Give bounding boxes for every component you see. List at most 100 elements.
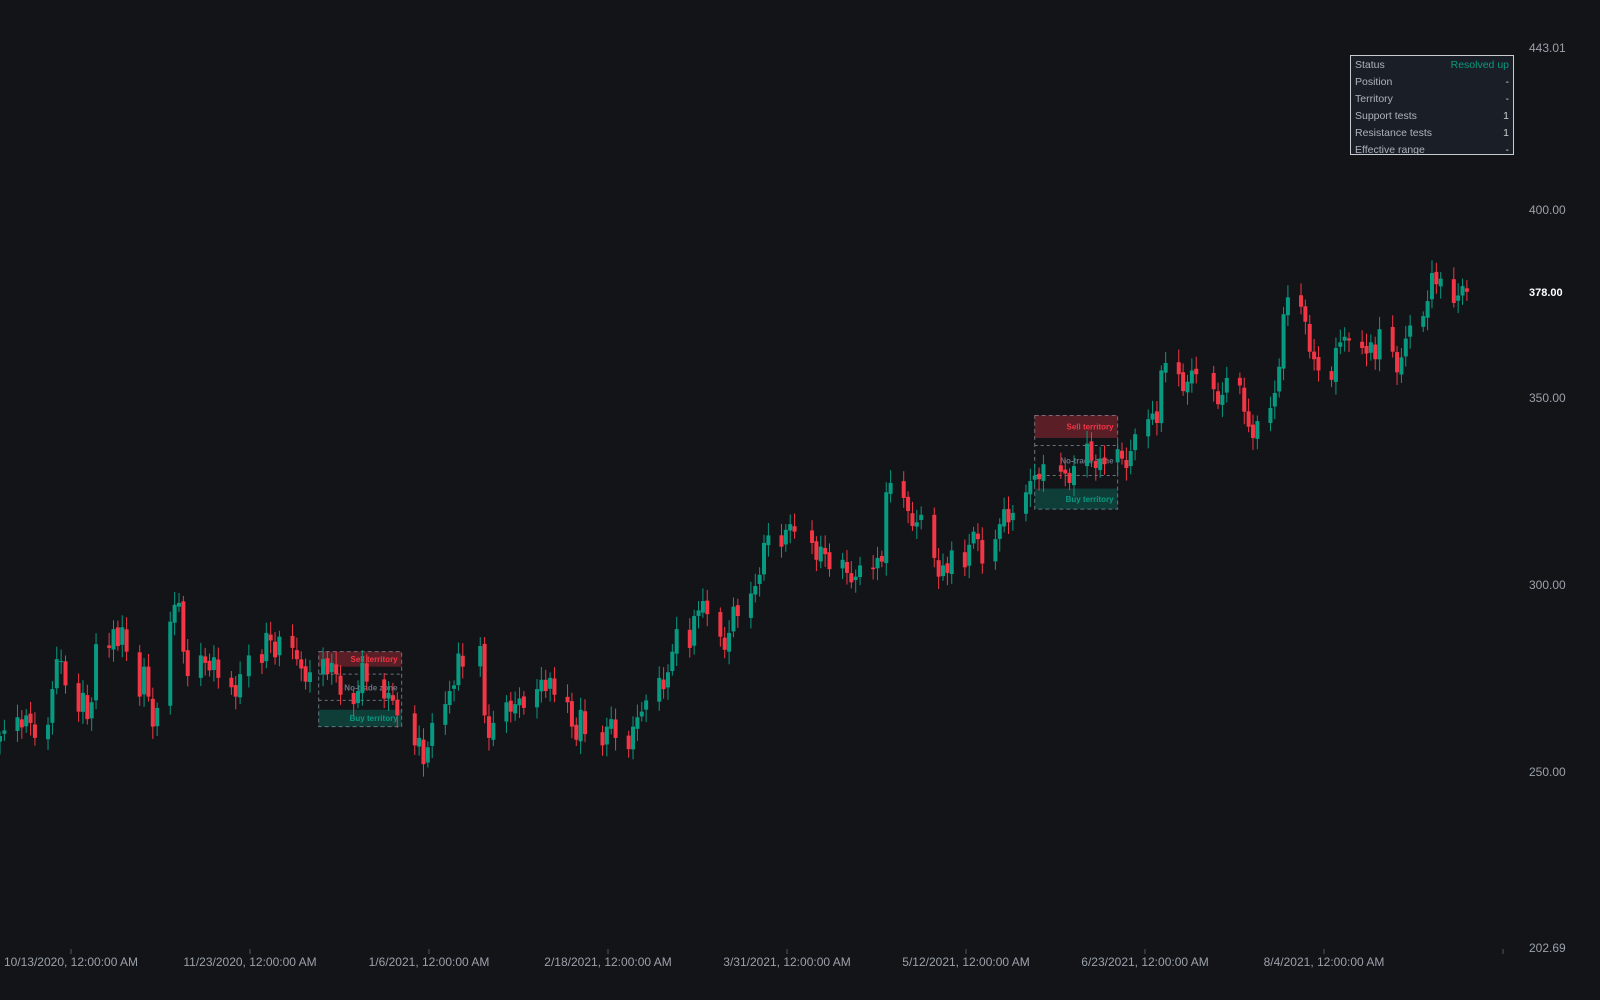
candle-body (1299, 295, 1304, 307)
candle-body (1211, 372, 1216, 390)
candle-body (1281, 314, 1286, 369)
candle-body (307, 672, 312, 683)
candle-body (1146, 419, 1151, 437)
candle-body (203, 656, 208, 663)
candle-body (176, 602, 181, 607)
candle-body (853, 576, 858, 581)
candle-body (975, 533, 980, 540)
candle-body (840, 559, 845, 569)
candle-body (142, 666, 147, 695)
effective-range-row: Effective range - (1351, 142, 1513, 159)
candle-body (207, 660, 212, 671)
sell-territory-label: Sell territory (351, 655, 399, 664)
candle-body (941, 565, 946, 577)
candle-body (264, 632, 269, 662)
candle-body (788, 524, 793, 531)
candle-body (1399, 357, 1404, 375)
candle-body (504, 702, 509, 722)
candles-layer (0, 260, 1469, 777)
candle-body (1063, 469, 1068, 474)
candle-body (115, 627, 120, 647)
candle-body (508, 700, 513, 712)
candle-body (1194, 368, 1199, 375)
candle-body (1272, 392, 1277, 407)
candle-body (644, 700, 649, 710)
candle-body (85, 695, 90, 720)
candle-body (124, 629, 129, 652)
no-trade-zone-label: No-trade zone (344, 683, 398, 692)
candle-body (901, 481, 906, 498)
candle-body (692, 616, 697, 646)
candle-body (137, 652, 142, 697)
candle-body (238, 674, 243, 698)
candle-body (631, 726, 636, 750)
candle-body (111, 629, 116, 650)
price-label-250: 250.00 (1529, 765, 1566, 779)
candle-body (1163, 362, 1168, 373)
candle-body (1242, 387, 1247, 412)
candle-body (412, 713, 417, 746)
candle-body (447, 691, 452, 705)
candle-body (748, 593, 753, 618)
candle-body (705, 600, 710, 615)
candle-body (1377, 329, 1382, 360)
candle-body (722, 637, 727, 650)
candle-body (1429, 272, 1434, 300)
candle-body (1085, 443, 1090, 467)
candle-body (386, 692, 391, 699)
price-label-400: 400.00 (1529, 203, 1566, 217)
candle-body (89, 702, 94, 719)
candle-body (993, 539, 998, 562)
candle-body (259, 654, 264, 663)
candle-body (578, 709, 583, 742)
candle-body (329, 662, 334, 673)
price-label-bottom: 202.69 (1529, 941, 1566, 955)
candle-body (2, 730, 7, 734)
position-row: Position - (1351, 74, 1513, 91)
date-label: 8/4/2021, 12:00:00 AM (1263, 955, 1385, 969)
candle-body (1154, 411, 1159, 423)
candle-body (674, 629, 679, 654)
resistance-tests-label: Resistance tests (1355, 127, 1433, 139)
candle-body (338, 675, 343, 695)
candle-body (321, 659, 326, 675)
date-label: 1/6/2021, 12:00:00 AM (368, 955, 490, 969)
candle-body (818, 546, 823, 562)
candle-body (1089, 441, 1094, 461)
candle-body (1041, 464, 1046, 481)
candle-body (670, 651, 675, 672)
candle-body (1460, 286, 1465, 296)
candle-body (1128, 451, 1133, 467)
candle-body (539, 679, 544, 692)
candle-body (28, 713, 33, 723)
candle-body (1098, 458, 1103, 471)
candle-body (696, 610, 701, 616)
candle-body (879, 556, 884, 562)
candle-body (1390, 326, 1395, 352)
time-ticks-layer (70, 949, 1504, 954)
candle-body (849, 573, 854, 583)
candle-body (814, 541, 819, 560)
candle-body (1360, 341, 1365, 348)
date-label: 3/31/2021, 12:00:00 AM (723, 955, 851, 969)
sell-territory-label: Sell territory (1066, 423, 1114, 432)
candle-body (1006, 508, 1011, 523)
candle-body (665, 672, 670, 688)
date-label: 10/13/2020, 12:00:00 AM (3, 955, 139, 969)
candle-body (1434, 271, 1439, 285)
candle-body (24, 715, 29, 727)
candle-body (1159, 370, 1164, 424)
candle-body (1395, 352, 1400, 373)
candle-body (460, 655, 465, 667)
candle-body (290, 635, 295, 648)
candle-body (906, 496, 911, 512)
candle-body (382, 679, 387, 699)
candle-body (482, 643, 487, 716)
candle-body (792, 526, 797, 532)
candle-body (1067, 472, 1072, 483)
candle-body (810, 530, 815, 543)
candle-body (1102, 457, 1107, 465)
candle-body (609, 719, 614, 729)
candle-body (273, 641, 278, 658)
candle-body (168, 621, 173, 706)
